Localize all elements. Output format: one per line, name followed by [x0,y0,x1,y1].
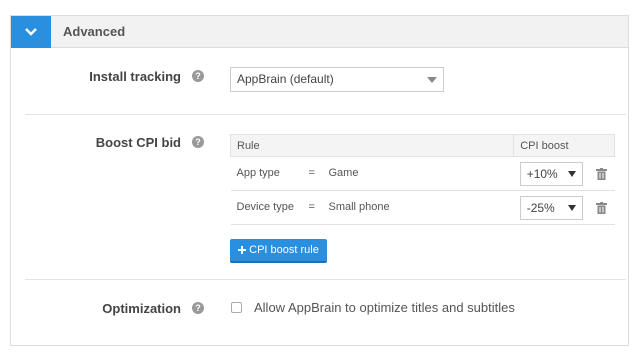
caret-down-icon [567,171,576,177]
rule-operator: = [308,167,315,179]
chevron-down-icon [25,28,37,36]
rule-operator: = [308,201,315,213]
help-icon[interactable]: ? [192,136,204,148]
boost-cpi-label: Boost CPI bid [95,135,181,150]
cpi-boost-value: -25% [526,201,555,215]
trash-icon[interactable] [595,168,607,180]
rule-attribute: App type [236,167,280,179]
cpi-boost-select[interactable]: -25% [519,196,583,220]
add-cpi-boost-rule-button[interactable]: CPI boost rule [230,239,327,263]
optimization-label: Optimization [102,301,181,316]
cpi-boost-value: +10% [526,167,558,181]
optimize-titles-checkbox[interactable] [231,302,242,313]
install-tracking-label: Install tracking [89,69,181,84]
rule-value: Small phone [328,201,390,213]
add-button-label: CPI boost rule [249,244,319,256]
table-header-row: Rule CPI boost [229,134,615,157]
install-tracking-select[interactable]: AppBrain (default) [230,67,444,92]
trash-icon[interactable] [595,202,607,214]
cpi-rules-table: Rule CPI boost App type = Game +10% Devi… [229,134,615,225]
divider [25,114,626,115]
install-tracking-value: AppBrain (default) [237,72,334,86]
panel-header[interactable]: Advanced [11,16,628,48]
advanced-panel: Advanced Install tracking ? AppBrain (de… [10,15,629,346]
optimize-titles-label[interactable]: Allow AppBrain to optimize titles and su… [254,300,515,315]
rule-value: Game [328,167,359,179]
cpi-boost-select[interactable]: +10% [519,162,583,186]
panel-title: Advanced [63,24,126,39]
table-row: Device type = Small phone -25% [230,190,615,225]
column-header-rule: Rule [229,134,515,157]
caret-down-icon [427,76,437,83]
rule-attribute: Device type [236,201,294,213]
table-row: App type = Game +10% [230,156,615,191]
help-icon[interactable]: ? [192,302,204,314]
caret-down-icon [567,205,576,211]
plus-icon [238,246,247,254]
collapse-toggle-button[interactable] [11,16,51,48]
divider [25,279,626,280]
help-icon[interactable]: ? [192,70,204,82]
column-header-cpi-boost: CPI boost [513,134,615,157]
